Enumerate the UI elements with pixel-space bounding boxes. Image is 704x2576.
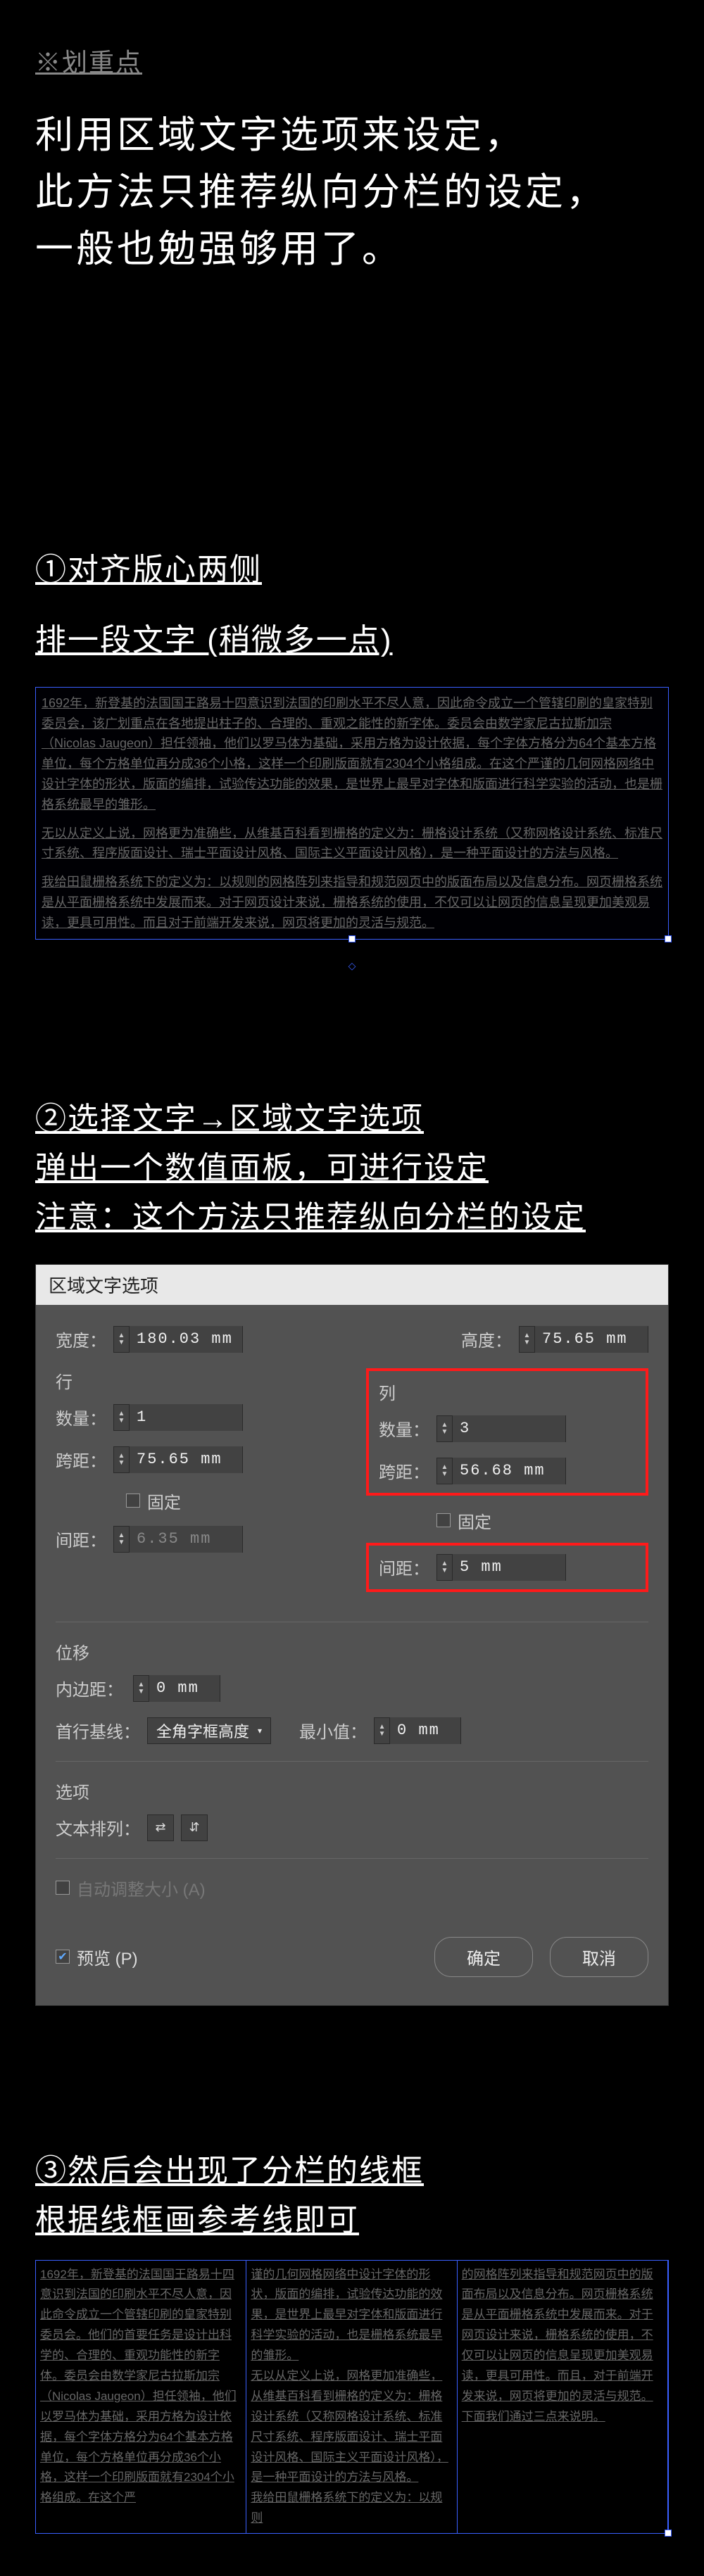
column-2: 谨的几何网格网络中设计字体的形状，版面的编排，试验传达功能的效果，是世界上最早对… bbox=[246, 2261, 457, 2534]
paragraph-3: 我给田鼠栅格系统下的定义为：以规则的网格阵列来指导和规范网页中的版面布局以及信息… bbox=[42, 872, 662, 933]
spinner-arrows-icon[interactable]: ▲▼ bbox=[114, 1327, 130, 1352]
rows-fixed-label: 固定 bbox=[147, 1489, 181, 1513]
spinner-arrows-icon[interactable]: ▲▼ bbox=[134, 1676, 149, 1701]
width-spinner[interactable]: ▲▼ 180.03 mm bbox=[113, 1326, 243, 1353]
spinner-arrows-icon[interactable]: ▲▼ bbox=[437, 1555, 453, 1580]
checkbox-icon bbox=[126, 1494, 140, 1508]
rows-span-spinner[interactable]: ▲▼ 75.65 mm bbox=[113, 1446, 243, 1473]
divider bbox=[56, 1761, 648, 1762]
step2-heading-2: 弹出一个数值面板，可进行设定 bbox=[35, 1144, 669, 1193]
textflow-horizontal-icon: ⇄ bbox=[155, 1820, 165, 1835]
textflow-horizontal-button[interactable]: ⇄ bbox=[147, 1814, 174, 1841]
divider bbox=[56, 1858, 648, 1859]
cols-count-value[interactable]: 3 bbox=[453, 1415, 565, 1442]
inset-value[interactable]: 0 mm bbox=[149, 1675, 220, 1702]
rows-gutter-value: 6.35 mm bbox=[130, 1526, 242, 1553]
section-3: ③然后会出现了分栏的线框 根据线框画参考线即可 1692年，新登基的法国国王路易… bbox=[35, 2147, 669, 2534]
spinner-arrows-icon[interactable]: ▲▼ bbox=[437, 1416, 453, 1441]
cols-gutter-value[interactable]: 5 mm bbox=[453, 1554, 565, 1581]
spinner-arrows-icon[interactable]: ▲▼ bbox=[114, 1447, 130, 1472]
step1-heading-2: 排一段文字 (稍微多一点) bbox=[35, 616, 669, 665]
frame-handle[interactable] bbox=[348, 935, 356, 942]
rows-fixed-checkbox[interactable]: 固定 bbox=[126, 1489, 181, 1513]
cols-span-spinner[interactable]: ▲▼ 56.68 mm bbox=[436, 1458, 566, 1484]
step3-heading-2: 根据线框画参考线即可 bbox=[35, 2196, 669, 2245]
paragraph-1: 1692年，新登基的法国国王路易十四意识到法国的印刷水平不尽人意，因此命令成立一… bbox=[42, 693, 662, 815]
multi-column-text-frame[interactable]: 1692年，新登基的法国国王路易十四意识到法国的印刷水平不尽人意，因此命令成立一… bbox=[35, 2260, 669, 2534]
baseline-value: 全角字框高度 bbox=[156, 1719, 249, 1742]
step3-heading-1: ③然后会出现了分栏的线框 bbox=[35, 2147, 669, 2196]
rows-span-label: 跨距： bbox=[56, 1447, 106, 1472]
cols-gutter-label: 间距： bbox=[379, 1555, 429, 1579]
frame-handle[interactable] bbox=[665, 935, 672, 942]
paragraph-2: 无以从定义上说，网格更为准确些，从维基百科看到栅格的定义为：栅格设计系统（又称网… bbox=[42, 823, 662, 864]
gutter-redbox: 间距： ▲▼ 5 mm bbox=[366, 1543, 648, 1592]
textflow-vertical-button[interactable]: ⇵ bbox=[181, 1814, 208, 1841]
preview-checkbox[interactable]: ✔ 预览 (P) bbox=[56, 1945, 138, 1969]
autoresize-label: 自动调整大小 (A) bbox=[77, 1876, 206, 1900]
dialog-title: 区域文字选项 bbox=[36, 1265, 668, 1305]
height-spinner[interactable]: ▲▼ 75.65 mm bbox=[519, 1326, 648, 1353]
rows-count-label: 数量： bbox=[56, 1405, 106, 1429]
min-value[interactable]: 0 mm bbox=[390, 1717, 460, 1744]
options-label: 选项 bbox=[56, 1779, 648, 1803]
area-type-options-dialog: 区域文字选项 宽度： ▲▼ 180.03 mm 高度： ▲▼ 75.65 mm bbox=[35, 1264, 669, 2006]
keypoint-label: ※划重点 bbox=[35, 42, 669, 79]
section-2: ②选择文字→区域文字选项 弹出一个数值面板，可进行设定 注意：这个方法只推荐纵向… bbox=[35, 1094, 669, 2006]
cols-count-spinner[interactable]: ▲▼ 3 bbox=[436, 1415, 566, 1442]
intro-text: 利用区域文字选项来设定， 此方法只推荐纵向分栏的设定， 一般也勉强够用了。 bbox=[35, 107, 669, 278]
baseline-select[interactable]: 全角字框高度 ▾ bbox=[147, 1717, 271, 1744]
chevron-down-icon: ▾ bbox=[258, 1726, 262, 1736]
height-label: 高度： bbox=[461, 1327, 512, 1351]
width-label: 宽度： bbox=[56, 1327, 106, 1351]
checkbox-checked-icon: ✔ bbox=[56, 1950, 70, 1964]
textflow-vertical-icon: ⇵ bbox=[189, 1820, 199, 1835]
cols-span-label: 跨距： bbox=[379, 1458, 429, 1483]
cols-fixed-label: 固定 bbox=[458, 1508, 491, 1533]
offset-label: 位移 bbox=[56, 1639, 648, 1664]
step2-heading-3: 注意：这个方法只推荐纵向分栏的设定 bbox=[35, 1193, 669, 1242]
rows-gutter-label: 间距： bbox=[56, 1527, 106, 1551]
width-value[interactable]: 180.03 mm bbox=[130, 1326, 242, 1353]
autoresize-checkbox: 自动调整大小 (A) bbox=[56, 1876, 206, 1900]
cancel-button[interactable]: 取消 bbox=[550, 1937, 648, 1977]
baseline-label: 首行基线： bbox=[56, 1718, 140, 1743]
checkbox-icon bbox=[56, 1881, 70, 1895]
step2-heading-1: ②选择文字→区域文字选项 bbox=[35, 1094, 669, 1144]
rows-count-value[interactable]: 1 bbox=[130, 1404, 242, 1431]
frame-handle[interactable] bbox=[665, 2530, 672, 2537]
section-1: ①对齐版心两侧 排一段文字 (稍微多一点) 1692年，新登基的法国国王路易十四… bbox=[35, 545, 669, 940]
spinner-arrows-icon[interactable]: ▲▼ bbox=[437, 1458, 453, 1484]
inset-label: 内边距： bbox=[56, 1676, 126, 1700]
rows-gutter-spinner: ▲▼ 6.35 mm bbox=[113, 1526, 243, 1553]
step1-heading-1: ①对齐版心两侧 bbox=[35, 545, 669, 595]
single-text-frame[interactable]: 1692年，新登基的法国国王路易十四意识到法国的印刷水平不尽人意，因此命令成立一… bbox=[35, 687, 669, 940]
spinner-arrows-icon[interactable]: ▲▼ bbox=[114, 1405, 130, 1430]
cols-fixed-checkbox[interactable]: 固定 bbox=[436, 1508, 491, 1533]
textflow-label: 文本排列： bbox=[56, 1815, 140, 1840]
column-1: 1692年，新登基的法国国王路易十四意识到法国的印刷水平不尽人意，因此命令成立一… bbox=[36, 2261, 246, 2534]
rows-section-label: 行 bbox=[56, 1368, 338, 1393]
rows-count-spinner[interactable]: ▲▼ 1 bbox=[113, 1404, 243, 1431]
columns-redbox: 列 数量： ▲▼ 3 跨距： ▲▼ 56.68 bbox=[366, 1368, 648, 1496]
anchor-icon: ◇ bbox=[348, 958, 356, 973]
cols-span-value[interactable]: 56.68 mm bbox=[453, 1458, 565, 1484]
spinner-arrows-icon[interactable]: ▲▼ bbox=[520, 1327, 535, 1352]
cols-section-label: 列 bbox=[379, 1379, 636, 1404]
checkbox-icon bbox=[436, 1513, 451, 1527]
spinner-arrows-icon: ▲▼ bbox=[114, 1527, 130, 1552]
spinner-arrows-icon[interactable]: ▲▼ bbox=[375, 1718, 390, 1743]
preview-label: 预览 (P) bbox=[77, 1945, 138, 1969]
ok-button[interactable]: 确定 bbox=[434, 1937, 533, 1977]
min-spinner[interactable]: ▲▼ 0 mm bbox=[374, 1717, 461, 1744]
cols-count-label: 数量： bbox=[379, 1416, 429, 1441]
height-value[interactable]: 75.65 mm bbox=[535, 1326, 648, 1353]
inset-spinner[interactable]: ▲▼ 0 mm bbox=[133, 1675, 220, 1702]
column-3: 的网格阵列来指导和规范网页中的版面布局以及信息分布。网页栅格系统是从平面栅格系统… bbox=[458, 2261, 668, 2534]
rows-span-value[interactable]: 75.65 mm bbox=[130, 1446, 242, 1473]
min-label: 最小值： bbox=[299, 1718, 367, 1743]
cols-gutter-spinner[interactable]: ▲▼ 5 mm bbox=[436, 1554, 566, 1581]
